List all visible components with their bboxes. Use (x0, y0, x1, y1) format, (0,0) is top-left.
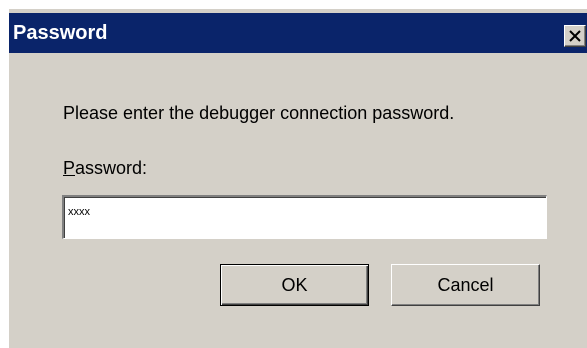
password-value: xxxx (68, 206, 90, 218)
password-label: Password: (63, 158, 147, 179)
password-label-text: assword: (75, 158, 148, 178)
title-bar[interactable]: Password (9, 13, 587, 53)
password-input[interactable]: xxxx (62, 195, 547, 239)
cancel-button[interactable]: Cancel (391, 264, 540, 306)
window-title: Password (13, 22, 108, 44)
close-button[interactable] (564, 25, 586, 47)
password-dialog: Password Please enter the debugger conne… (8, 8, 587, 348)
password-label-accelerator: P (63, 158, 76, 178)
prompt-text: Please enter the debugger connection pas… (63, 103, 455, 123)
close-icon (569, 30, 581, 42)
ok-button[interactable]: OK (220, 264, 369, 306)
